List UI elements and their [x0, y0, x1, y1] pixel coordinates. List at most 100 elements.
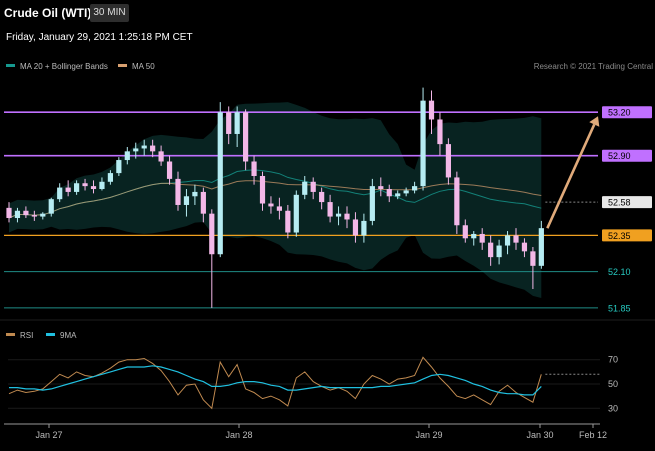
candle-body [310, 181, 316, 192]
legend-ma50-label: MA 50 [132, 62, 155, 71]
candle-body [488, 242, 494, 258]
rsi-line [8, 356, 542, 410]
candle-body [403, 190, 409, 194]
bollinger-band-fill [9, 102, 542, 298]
candle-body [268, 203, 274, 207]
candle-body [124, 151, 130, 161]
candle-body [471, 233, 477, 239]
candle [209, 209, 215, 308]
candle-body [226, 112, 232, 134]
level-label-52-58: 52.58 [608, 198, 631, 208]
chart-window: Crude Oil (WTI) 30 MIN Friday, January 2… [0, 0, 655, 451]
candle [428, 90, 435, 134]
candle-body [234, 112, 240, 134]
x-tick-label: Jan 29 [415, 430, 442, 440]
candle-body [293, 194, 299, 233]
candle-body [209, 213, 215, 255]
x-tick-label: Feb 12 [579, 430, 607, 440]
rsi-tick-label: 30 [608, 403, 618, 413]
x-axis: Jan 27 Jan 28 Jan 29 Jan 30 Feb 12 [35, 424, 607, 440]
candle-body [107, 173, 113, 182]
candle-body [65, 187, 71, 192]
candle-body [192, 191, 198, 197]
legend-ma20-label: MA 20 + Bollinger Bands [20, 62, 108, 71]
candle-body [158, 151, 164, 162]
candle-body [217, 112, 223, 255]
arrow-shaft [546, 123, 596, 229]
candle-body [504, 235, 511, 246]
candle-body [285, 210, 291, 233]
level-label-52-90: 52.90 [608, 151, 631, 161]
candle-body [369, 186, 375, 221]
candle-body [23, 210, 29, 216]
candle-body [335, 213, 342, 217]
candle [454, 171, 460, 234]
candle-body [57, 187, 63, 200]
candle-body [74, 183, 80, 192]
candle-body [437, 119, 443, 145]
candle-body [200, 191, 206, 214]
price-chart-svg: MA 20 + Bollinger Bands MA 50 RSI 9MA 53… [0, 62, 655, 440]
candle-body [183, 196, 190, 205]
candle-body [276, 206, 282, 211]
candle-body [175, 178, 181, 205]
candle [293, 190, 299, 237]
candle-body [31, 215, 37, 217]
candle-body [259, 175, 266, 204]
candle-body [40, 213, 46, 217]
candle-body [14, 210, 21, 219]
legend-9ma-label: 9MA [60, 331, 77, 340]
bollinger-band [8, 102, 542, 298]
candle-body [538, 228, 544, 266]
candle-body [116, 160, 122, 174]
rsi-pane: 70 50 30 [8, 355, 618, 413]
candle [420, 87, 426, 191]
legend-swatch-ma20 [6, 64, 15, 67]
candle-body [521, 242, 528, 252]
candle [243, 109, 249, 171]
x-tick-label: Jan 30 [526, 430, 553, 440]
candle-body [48, 199, 54, 214]
candle-body [82, 183, 88, 187]
legend-swatch-ma50 [118, 64, 127, 67]
rsi-tick-label: 50 [608, 379, 618, 389]
candle-body [445, 144, 451, 178]
candle-body [412, 186, 418, 191]
level-labels: 53.20 52.90 52.58 52.35 52.10 51.85 [602, 106, 652, 313]
candle-body [479, 233, 485, 243]
price-legend: MA 20 + Bollinger Bands MA 50 [6, 62, 155, 71]
candle-body [6, 207, 12, 219]
rsi-tick-label: 70 [608, 355, 618, 365]
level-label-53-20: 53.20 [608, 108, 631, 118]
legend-rsi-label: RSI [20, 331, 33, 340]
candle-body [99, 181, 105, 190]
candle-body [141, 145, 147, 149]
candle-body [395, 193, 401, 197]
candle-body [302, 181, 308, 195]
rsi-ma-line [9, 365, 542, 396]
candle-body [454, 177, 460, 226]
candle-body [319, 191, 325, 203]
candle-body [420, 100, 426, 187]
target-arrow [546, 116, 600, 229]
candle [217, 102, 223, 258]
candle-body [251, 161, 257, 176]
candle-body [166, 161, 173, 179]
candle-body [90, 186, 97, 190]
candle-body [496, 245, 502, 258]
candle-body [150, 145, 156, 152]
candle-body [327, 202, 333, 217]
legend-swatch-9ma [46, 333, 55, 336]
x-tick-label: Jan 27 [35, 430, 62, 440]
candle-body [133, 148, 139, 152]
candle-body [513, 235, 519, 243]
legend-swatch-rsi [6, 333, 15, 336]
level-label-52-10: 52.10 [608, 267, 631, 277]
rsi-legend: RSI 9MA [6, 331, 77, 340]
x-tick-label: Jan 28 [225, 430, 252, 440]
candle-body [462, 225, 468, 239]
level-label-52-35: 52.35 [608, 231, 631, 241]
candle-body [386, 189, 392, 197]
candle-body [243, 112, 249, 162]
candle-body [344, 213, 350, 220]
